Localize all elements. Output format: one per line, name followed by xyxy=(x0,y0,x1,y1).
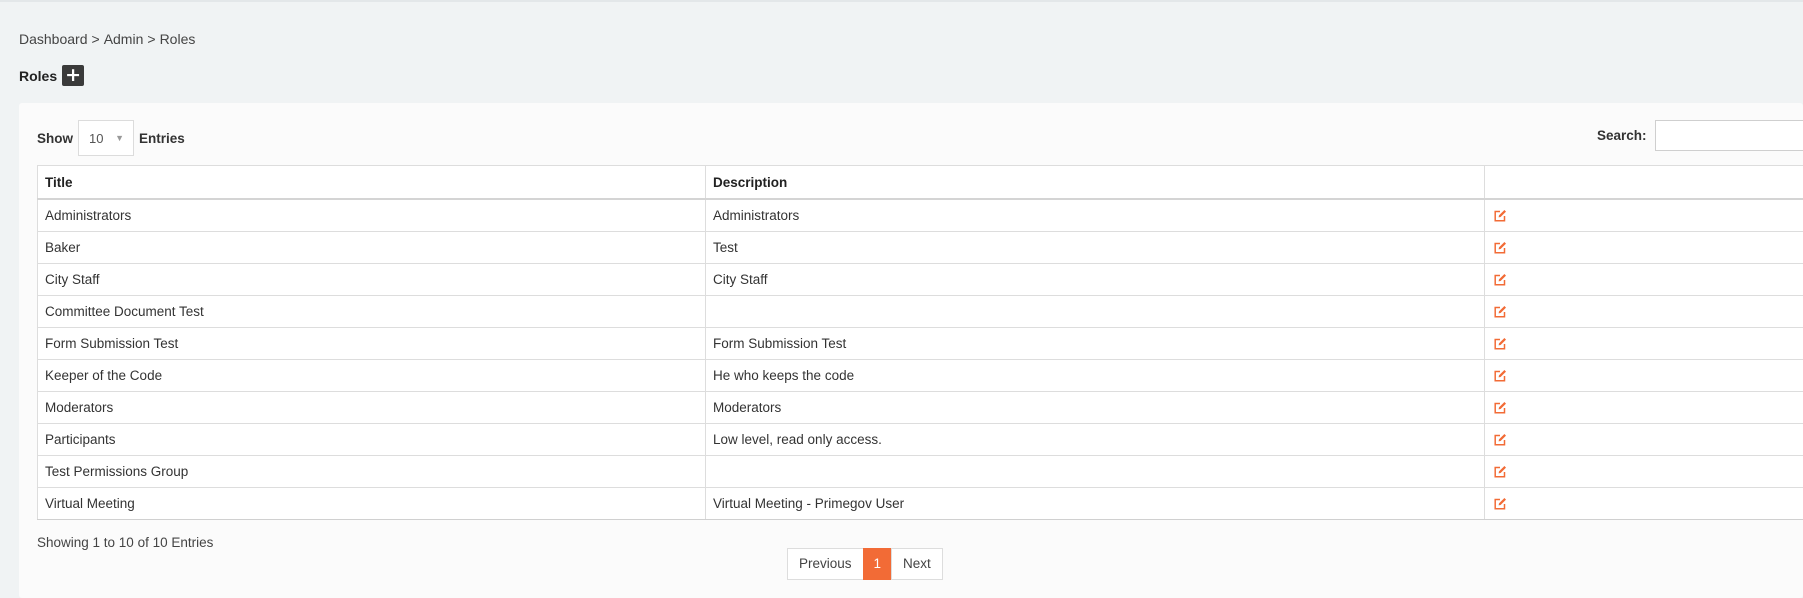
search-label: Search: xyxy=(1597,128,1647,143)
entries-select[interactable]: 10 ▼ xyxy=(78,120,134,156)
roles-table: Title Description Administrators Adminis… xyxy=(37,165,1803,520)
row-actions xyxy=(1484,455,1803,488)
role-title: Keeper of the Code xyxy=(37,359,706,392)
role-title: Form Submission Test xyxy=(37,327,706,360)
add-role-button[interactable]: + xyxy=(62,65,85,86)
row-actions xyxy=(1484,327,1803,360)
page-1-button[interactable]: 1 xyxy=(862,548,893,580)
entries-label: Entries xyxy=(139,130,185,146)
edit-icon[interactable] xyxy=(1493,369,1507,383)
role-description: Administrators xyxy=(705,198,1485,232)
table-row: Participants Low level, read only access… xyxy=(37,423,1803,456)
entries-select-value: 10 xyxy=(89,130,104,146)
table-row: Baker Test xyxy=(37,231,1803,264)
row-actions xyxy=(1484,391,1803,424)
table-row: Form Submission Test Form Submission Tes… xyxy=(37,327,1803,360)
role-title: Committee Document Test xyxy=(37,295,706,328)
table-info: Showing 1 to 10 of 10 Entries xyxy=(37,535,214,550)
role-description: Moderators xyxy=(705,391,1485,424)
row-actions xyxy=(1484,263,1803,296)
role-description xyxy=(705,295,1485,328)
breadcrumb: Dashboard > Admin > Roles xyxy=(19,31,195,47)
page-heading: Roles + xyxy=(19,65,85,86)
page-title: Roles xyxy=(19,67,58,84)
table-row: Test Permissions Group xyxy=(37,455,1803,488)
edit-icon[interactable] xyxy=(1493,337,1507,351)
row-actions xyxy=(1484,198,1803,232)
role-description: Virtual Meeting - Primegov User xyxy=(705,487,1485,520)
edit-icon[interactable] xyxy=(1493,401,1507,415)
row-actions xyxy=(1484,231,1803,264)
role-description: Form Submission Test xyxy=(705,327,1485,360)
role-description: He who keeps the code xyxy=(705,359,1485,392)
role-title: Moderators xyxy=(37,391,706,424)
table-row: City Staff City Staff xyxy=(37,263,1803,296)
table-row: Administrators Administrators xyxy=(37,198,1803,232)
column-header-description[interactable]: Description xyxy=(705,165,1485,200)
table-header-row: Title Description xyxy=(37,165,1803,200)
breadcrumb-separator: > xyxy=(91,31,100,47)
role-description: City Staff xyxy=(705,263,1485,296)
show-label: Show xyxy=(37,130,73,146)
role-title: Test Permissions Group xyxy=(37,455,706,488)
roles-panel: Show 10 ▼ Entries Search: Title Descript… xyxy=(19,103,1803,598)
search-input[interactable] xyxy=(1654,120,1803,151)
breadcrumb-separator: > xyxy=(147,31,156,47)
breadcrumb-dashboard[interactable]: Dashboard xyxy=(19,31,88,47)
role-title: Administrators xyxy=(37,198,706,232)
row-actions xyxy=(1484,423,1803,456)
role-description: Test xyxy=(705,231,1485,264)
edit-icon[interactable] xyxy=(1493,241,1507,255)
top-divider xyxy=(0,0,1803,2)
column-header-actions xyxy=(1484,165,1803,200)
edit-icon[interactable] xyxy=(1493,433,1507,447)
column-header-title[interactable]: Title xyxy=(37,165,706,200)
table-row: Committee Document Test xyxy=(37,295,1803,328)
row-actions xyxy=(1484,487,1803,520)
table-row: Virtual Meeting Virtual Meeting - Primeg… xyxy=(37,487,1803,520)
role-title: Participants xyxy=(37,423,706,456)
row-actions xyxy=(1484,359,1803,392)
pagination: Previous 1 Next xyxy=(787,548,943,580)
edit-icon[interactable] xyxy=(1493,465,1507,479)
search-control: Search: xyxy=(1597,120,1803,151)
edit-icon[interactable] xyxy=(1493,273,1507,287)
table-row: Keeper of the Code He who keeps the code xyxy=(37,359,1803,392)
row-actions xyxy=(1484,295,1803,328)
breadcrumb-roles: Roles xyxy=(159,31,196,47)
breadcrumb-admin[interactable]: Admin xyxy=(104,31,144,47)
edit-icon[interactable] xyxy=(1493,209,1507,223)
role-description: Low level, read only access. xyxy=(705,423,1485,456)
edit-icon[interactable] xyxy=(1493,497,1507,511)
role-title: Baker xyxy=(37,231,706,264)
edit-icon[interactable] xyxy=(1493,305,1507,319)
role-title: City Staff xyxy=(37,263,706,296)
table-row: Moderators Moderators xyxy=(37,391,1803,424)
entries-length-control: Show 10 ▼ Entries xyxy=(37,120,185,156)
role-title: Virtual Meeting xyxy=(37,487,706,520)
chevron-down-icon: ▼ xyxy=(115,133,124,143)
next-page-button[interactable]: Next xyxy=(891,548,943,580)
role-description xyxy=(705,455,1485,488)
previous-page-button[interactable]: Previous xyxy=(787,548,864,580)
